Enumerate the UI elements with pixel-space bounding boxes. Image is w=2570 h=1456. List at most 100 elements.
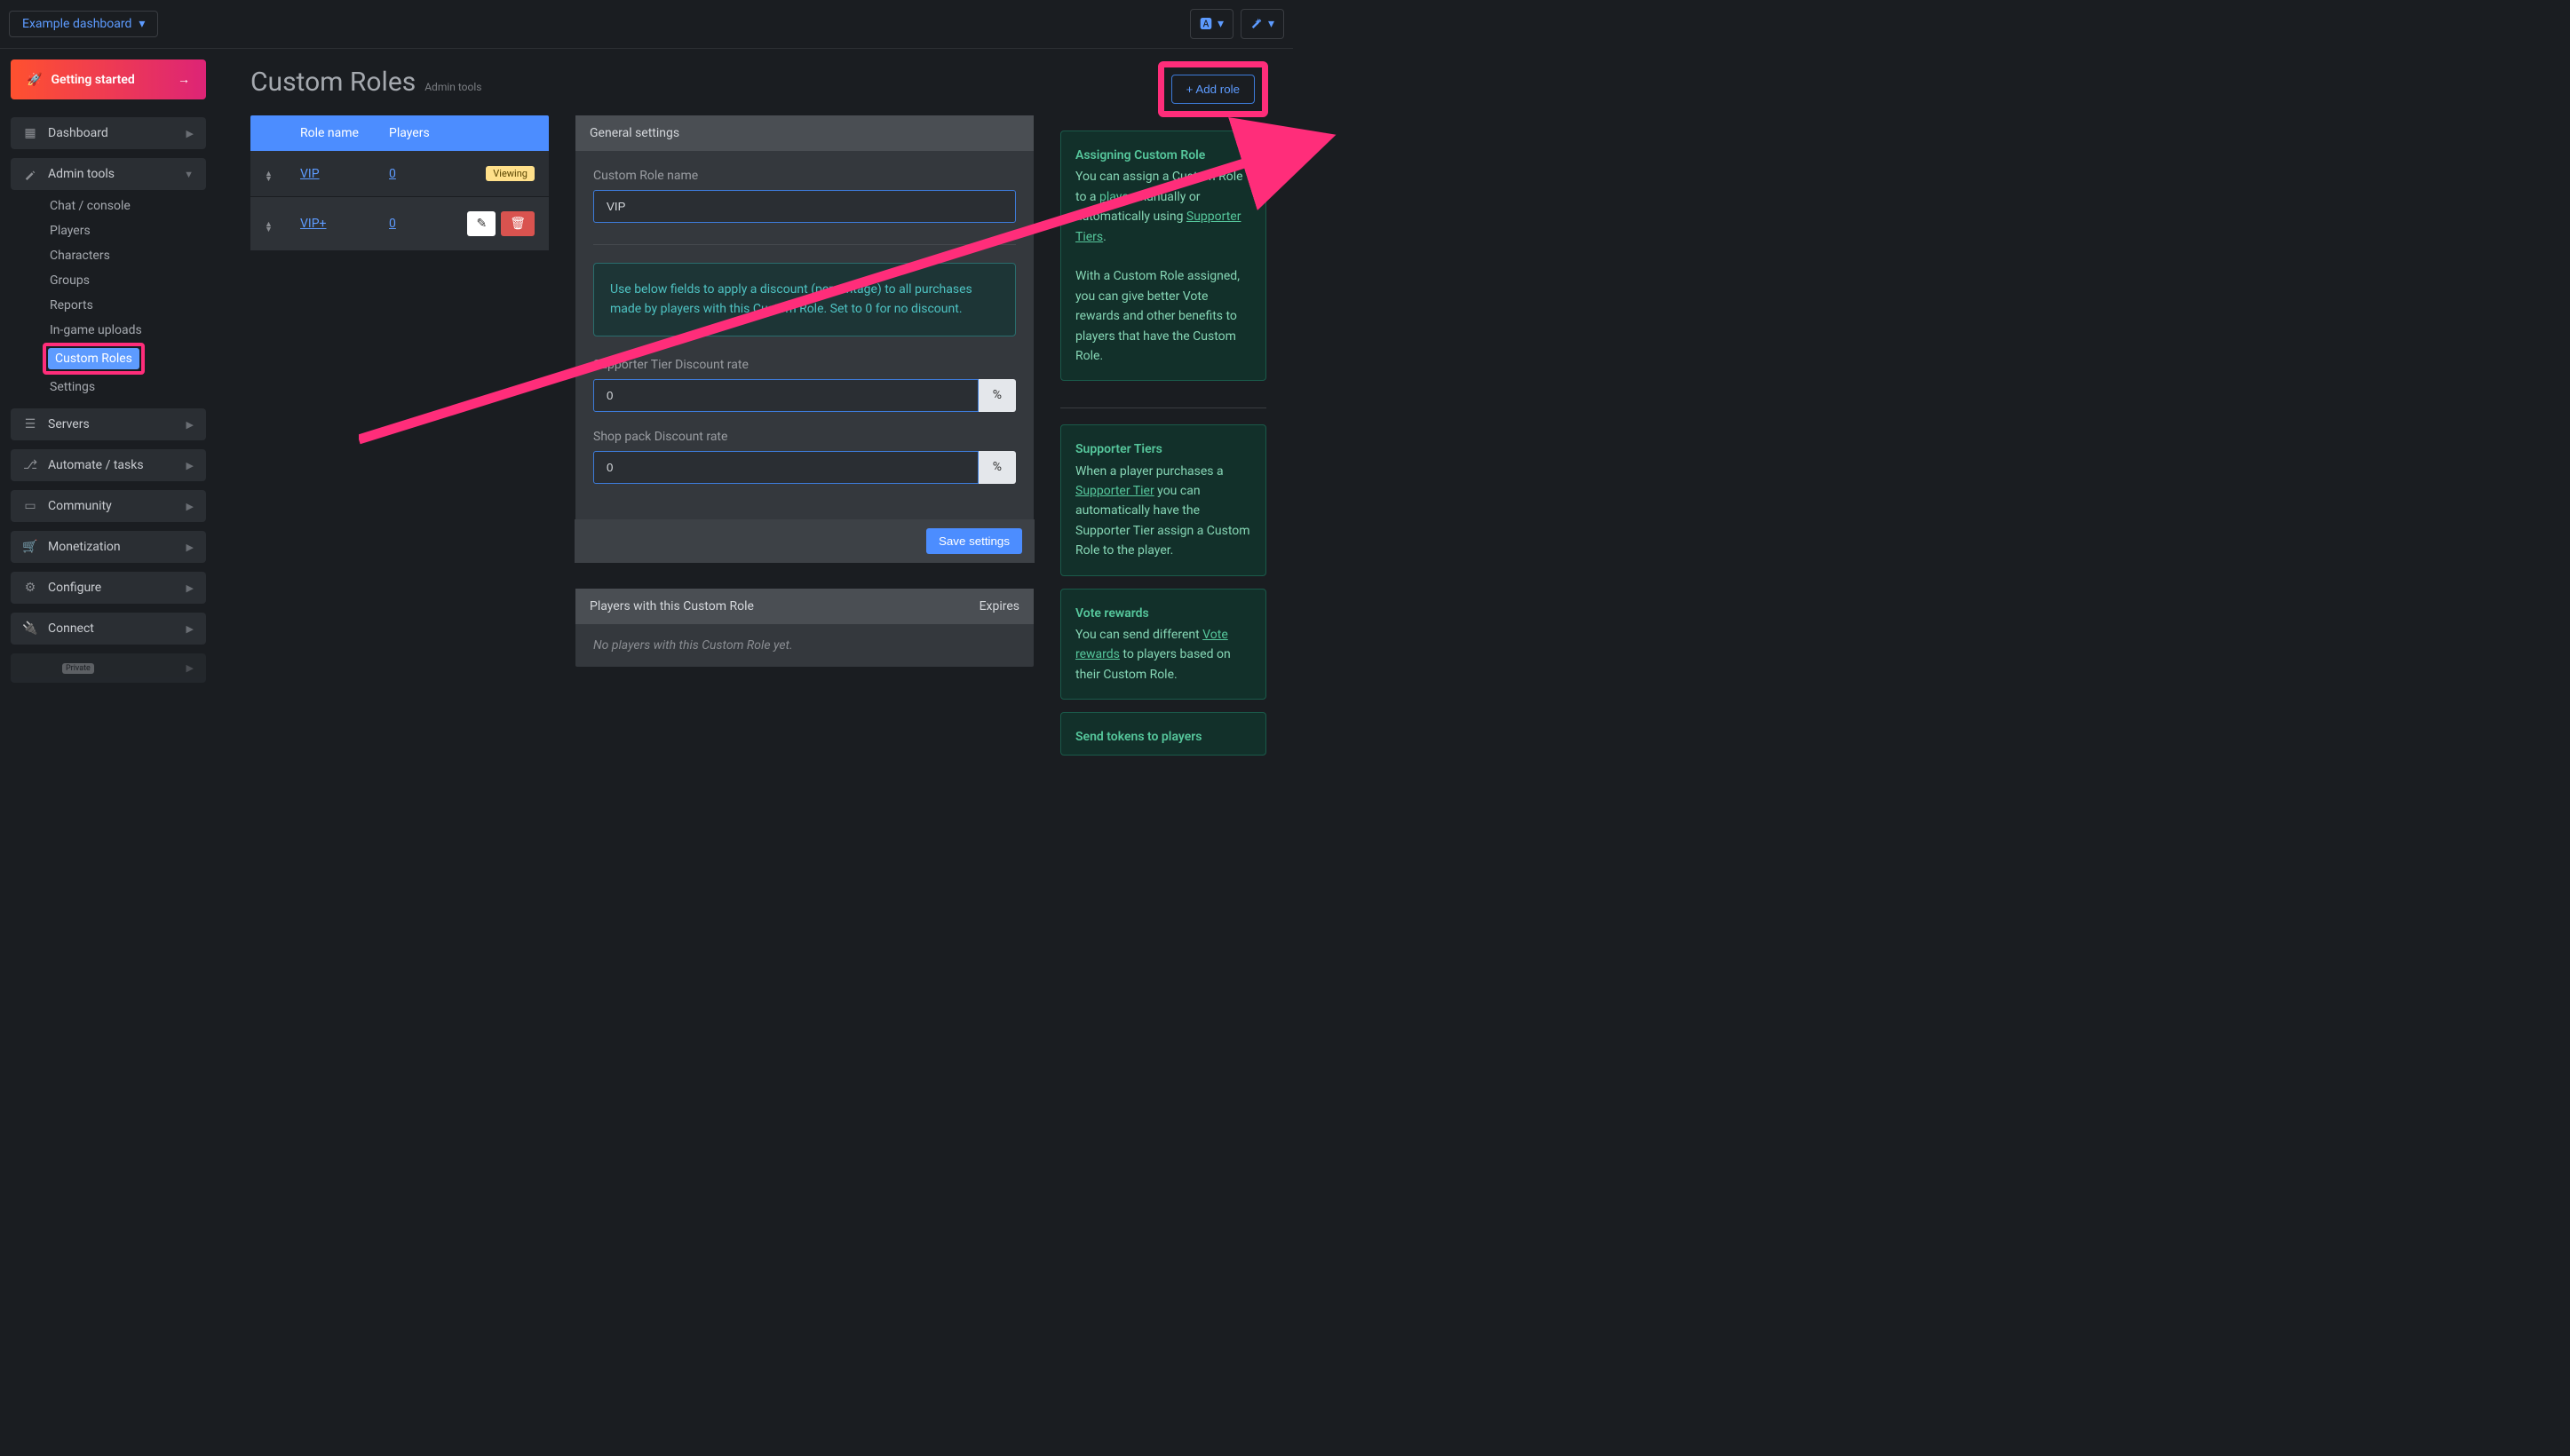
nav-label: Servers (48, 417, 90, 431)
chevron-down-icon: ▼ (184, 169, 194, 180)
nav-servers[interactable]: ☰ Servers ▶ (11, 408, 206, 440)
panel-header: General settings (575, 115, 1034, 151)
chevron-right-icon: ▶ (186, 419, 194, 431)
chevron-right-icon: ▶ (186, 582, 194, 594)
shop-discount-input[interactable] (593, 451, 979, 484)
supporter-tier-link[interactable]: Supporter Tier (1075, 484, 1154, 498)
translate-icon: 🅰 (1200, 15, 1212, 33)
chevron-right-icon: ▶ (186, 623, 194, 635)
caret-down-icon: ▾ (1268, 17, 1274, 31)
wand-icon (23, 168, 37, 180)
translate-button[interactable]: 🅰 ▾ (1190, 9, 1233, 39)
page-title: Custom Roles (250, 67, 416, 98)
help-card-send-tokens: Send tokens to players (1060, 712, 1266, 755)
col-players: Players (389, 126, 535, 140)
tier-discount-input[interactable] (593, 379, 979, 412)
rocket-icon: 🚀 (27, 73, 42, 87)
chevron-right-icon: ▶ (186, 542, 194, 553)
nav-connect[interactable]: 🔌 Connect ▶ (11, 613, 206, 645)
getting-started-button[interactable]: 🚀 Getting started → (11, 59, 206, 99)
trash-icon: 🗑 (510, 217, 526, 231)
percent-addon: % (979, 379, 1016, 412)
plug-icon: 🔌 (23, 621, 37, 636)
player-link[interactable]: player (1099, 190, 1132, 204)
help-card-supporter-tiers: Supporter Tiers When a player purchases … (1060, 424, 1266, 575)
players-link[interactable]: 0 (389, 217, 396, 231)
nav-label: Monetization (48, 540, 121, 554)
table-row[interactable]: ▲▼ VIP+ 0 ✎ 🗑 (250, 197, 549, 251)
add-role-highlight: + Add role (1158, 61, 1268, 117)
subnav-groups[interactable]: Groups (43, 268, 206, 293)
help-title: Assigning Custom Role (1075, 146, 1251, 165)
dashboard-selector[interactable]: Example dashboard ▾ (9, 11, 158, 37)
cart-icon: 🛒 (23, 540, 37, 554)
players-header: Players with this Custom Role (590, 599, 980, 613)
gear-icon: ⚙ (23, 581, 37, 595)
pencil-icon: ✎ (476, 217, 487, 231)
help-card-assigning: Assigning Custom Role You can assign a C… (1060, 131, 1266, 381)
sort-handle-icon[interactable]: ▲▼ (265, 171, 273, 182)
arrow-right-icon: → (178, 72, 190, 87)
nav-community[interactable]: ▭ Community ▶ (11, 490, 206, 522)
subnav-settings[interactable]: Settings (43, 375, 206, 400)
page-subtitle: Admin tools (424, 81, 481, 93)
branch-icon: ⎇ (23, 458, 37, 472)
grid-icon: ▦ (23, 126, 37, 140)
help-title: Send tokens to players (1075, 727, 1251, 747)
general-settings-panel: General settings Custom Role name Use be… (575, 115, 1034, 562)
col-role-name: Role name (300, 126, 389, 140)
role-link[interactable]: VIP+ (300, 217, 327, 231)
wand-icon (1250, 16, 1263, 32)
players-link[interactable]: 0 (389, 167, 396, 181)
sort-handle-icon[interactable]: ▲▼ (265, 222, 273, 233)
private-badge: Private (62, 663, 94, 674)
shop-discount-label: Shop pack Discount rate (593, 430, 1016, 444)
caret-down-icon: ▾ (1218, 17, 1224, 31)
add-role-button[interactable]: + Add role (1171, 75, 1255, 104)
subnav-in-game-uploads[interactable]: In-game uploads (43, 318, 206, 343)
nav-label: Connect (48, 621, 94, 636)
expires-header: Expires (980, 599, 1019, 613)
server-icon: ☰ (23, 417, 37, 431)
getting-started-label: Getting started (51, 73, 134, 87)
nav-label: Configure (48, 581, 101, 595)
subnav-characters[interactable]: Characters (43, 243, 206, 268)
help-title: Supporter Tiers (1075, 439, 1251, 459)
subnav-players[interactable]: Players (43, 218, 206, 243)
viewing-badge: Viewing (486, 166, 535, 181)
subnav-custom-roles[interactable]: Custom Roles (48, 348, 139, 369)
help-card-vote-rewards: Vote rewards You can send different Vote… (1060, 589, 1266, 700)
role-name-input[interactable] (593, 190, 1016, 223)
roles-table: Role name Players ▲▼ VIP 0 Viewing ▲▼ VI… (250, 115, 549, 251)
chevron-right-icon: ▶ (186, 501, 194, 512)
help-title: Vote rewards (1075, 604, 1251, 623)
window-icon: ▭ (23, 499, 37, 513)
nav-private[interactable]: Private ▶ (11, 653, 206, 683)
magic-tools-button[interactable]: ▾ (1241, 9, 1284, 39)
nav-admin-tools[interactable]: Admin tools ▼ (11, 158, 206, 190)
percent-addon: % (979, 451, 1016, 484)
chevron-right-icon: ▶ (186, 460, 194, 471)
nav-configure[interactable]: ⚙ Configure ▶ (11, 572, 206, 604)
players-panel: Players with this Custom Role Expires No… (575, 589, 1034, 667)
nav-label: Dashboard (48, 126, 108, 140)
divider (593, 244, 1016, 245)
role-name-label: Custom Role name (593, 169, 1016, 183)
table-row[interactable]: ▲▼ VIP 0 Viewing (250, 151, 549, 197)
chevron-right-icon: ▶ (186, 128, 194, 139)
edit-button[interactable]: ✎ (467, 211, 496, 236)
nav-monetization[interactable]: 🛒 Monetization ▶ (11, 531, 206, 563)
role-link[interactable]: VIP (300, 167, 320, 181)
subnav-chat-console[interactable]: Chat / console (43, 194, 206, 218)
chevron-right-icon: ▶ (186, 662, 194, 674)
delete-button[interactable]: 🗑 (501, 211, 535, 236)
roles-table-header: Role name Players (250, 115, 549, 151)
caret-down-icon: ▾ (139, 17, 145, 31)
dashboard-selector-label: Example dashboard (22, 17, 131, 31)
nav-dashboard[interactable]: ▦ Dashboard ▶ (11, 117, 206, 149)
empty-state: No players with this Custom Role yet. (575, 624, 1034, 667)
nav-label: Community (48, 499, 112, 513)
save-settings-button[interactable]: Save settings (926, 528, 1022, 554)
nav-automate[interactable]: ⎇ Automate / tasks ▶ (11, 449, 206, 481)
subnav-reports[interactable]: Reports (43, 293, 206, 318)
